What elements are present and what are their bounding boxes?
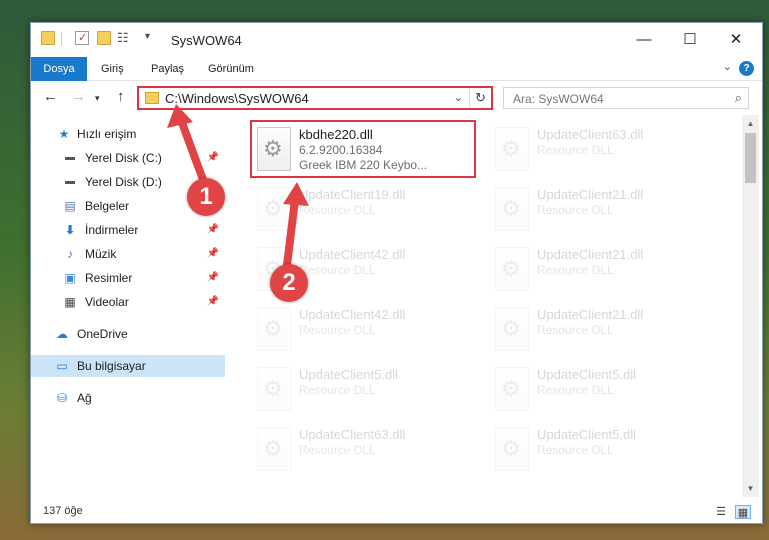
dll-file-icon bbox=[495, 427, 529, 471]
maximize-button[interactable]: ☐ bbox=[667, 27, 713, 53]
pin-icon[interactable]: 📌 bbox=[207, 243, 219, 265]
ribbon: Dosya Giriş Paylaş Görünüm ⌄ ? bbox=[31, 57, 762, 81]
recent-dropdown-icon[interactable]: ▾ bbox=[95, 93, 100, 104]
navigation-bar: ← → ▾ ↑ C:\Windows\SysWOW64 ⌄ ↻ Ara: Sys… bbox=[31, 83, 762, 113]
pin-icon[interactable]: 📌 bbox=[207, 219, 219, 241]
navigation-pane: ★ Hızlı erişim ▬ Yerel Disk (C:) 📌 ▬ Yer… bbox=[31, 115, 227, 497]
tab-file[interactable]: Dosya bbox=[31, 57, 87, 81]
file-item[interactable]: UpdateClient21.dll Resource DLL bbox=[489, 241, 717, 297]
cloud-icon: ☁ bbox=[56, 327, 68, 341]
dll-file-icon bbox=[495, 307, 529, 351]
explorer-window: ☷ ▾ SysWOW64 — ☐ ✕ Dosya Giriş Paylaş Gö… bbox=[30, 22, 763, 524]
address-text[interactable]: C:\Windows\SysWOW64 bbox=[165, 91, 309, 106]
sidebar-item-pictures[interactable]: ▣ Resimler 📌 bbox=[31, 267, 225, 289]
properties-icon[interactable] bbox=[75, 31, 89, 45]
new-folder-icon[interactable] bbox=[97, 31, 111, 45]
dll-file-icon bbox=[495, 127, 529, 171]
sidebar-item-music[interactable]: ♪ Müzik 📌 bbox=[31, 243, 225, 265]
address-dropdown-icon[interactable]: ⌄ bbox=[454, 91, 463, 104]
star-icon: ★ bbox=[58, 127, 70, 141]
pin-icon[interactable]: 📌 bbox=[207, 291, 219, 313]
dll-file-icon bbox=[257, 427, 291, 471]
file-item[interactable]: UpdateClient21.dll Resource DLL bbox=[489, 181, 717, 237]
tab-view[interactable]: Görünüm bbox=[196, 57, 266, 81]
sidebar-item-quick-access[interactable]: ★ Hızlı erişim bbox=[31, 123, 225, 145]
tiles-view-icon[interactable]: ▦ bbox=[735, 505, 751, 519]
file-item[interactable]: UpdateClient5.dll Resource DLL bbox=[489, 361, 717, 417]
picture-icon: ▣ bbox=[64, 271, 76, 285]
dll-file-icon bbox=[495, 247, 529, 291]
customize-icon[interactable]: ☷ bbox=[117, 30, 131, 45]
scroll-thumb[interactable] bbox=[745, 133, 756, 183]
file-highlight-box bbox=[250, 120, 476, 178]
dll-file-icon bbox=[495, 367, 529, 411]
search-placeholder: Ara: SysWOW64 bbox=[513, 92, 604, 106]
drive-icon: ▬ bbox=[65, 176, 75, 187]
dll-file-icon bbox=[257, 307, 291, 351]
details-view-icon[interactable]: ☰ bbox=[713, 505, 729, 519]
tab-home[interactable]: Giriş bbox=[89, 57, 136, 81]
tab-share[interactable]: Paylaş bbox=[139, 57, 196, 81]
expand-ribbon-icon[interactable]: ⌄ bbox=[723, 60, 732, 73]
quick-access-dropdown-icon[interactable]: ▾ bbox=[145, 31, 159, 45]
sidebar-item-local-disk-c[interactable]: ▬ Yerel Disk (C:) 📌 bbox=[31, 147, 225, 169]
file-item[interactable]: UpdateClient42.dll Resource DLL bbox=[251, 301, 479, 357]
network-icon: ⛁ bbox=[56, 391, 68, 405]
vertical-scrollbar[interactable]: ▲ ▼ bbox=[742, 115, 759, 497]
dll-file-icon bbox=[495, 187, 529, 231]
pin-icon[interactable]: 📌 bbox=[207, 267, 219, 289]
help-button[interactable]: ? bbox=[739, 61, 754, 76]
dll-file-icon bbox=[257, 367, 291, 411]
pin-icon[interactable]: 📌 bbox=[207, 147, 219, 169]
video-icon: ▦ bbox=[64, 295, 76, 309]
download-icon: ⬇ bbox=[64, 223, 76, 237]
back-arrow-icon[interactable]: ← bbox=[43, 88, 58, 105]
sidebar-item-onedrive[interactable]: ☁ OneDrive bbox=[31, 323, 225, 345]
file-item[interactable]: UpdateClient63.dll Resource DLL bbox=[489, 121, 717, 177]
music-icon: ♪ bbox=[67, 247, 73, 261]
refresh-icon[interactable]: ↻ bbox=[469, 88, 491, 108]
folder-icon bbox=[145, 92, 159, 104]
drive-icon: ▬ bbox=[65, 152, 75, 163]
item-count: 137 öğe bbox=[43, 505, 83, 517]
minimize-button[interactable]: — bbox=[621, 27, 667, 53]
search-icon[interactable]: ⌕ bbox=[735, 90, 742, 106]
sidebar-item-this-pc[interactable]: ▭ Bu bilgisayar bbox=[31, 355, 225, 377]
sidebar-item-downloads[interactable]: ⬇ İndirmeler 📌 bbox=[31, 219, 225, 241]
folder-icon bbox=[41, 31, 55, 45]
file-item[interactable]: UpdateClient21.dll Resource DLL bbox=[489, 301, 717, 357]
sidebar-item-network[interactable]: ⛁ Ağ bbox=[31, 387, 225, 409]
step-badge-2: 2 bbox=[270, 264, 308, 302]
divider bbox=[61, 32, 62, 46]
sidebar-item-videos[interactable]: ▦ Videolar 📌 bbox=[31, 291, 225, 313]
window-title: SysWOW64 bbox=[171, 33, 242, 48]
dll-file-icon bbox=[257, 187, 291, 231]
address-bar[interactable]: C:\Windows\SysWOW64 ⌄ ↻ bbox=[137, 86, 493, 110]
scroll-down-icon[interactable]: ▼ bbox=[742, 480, 759, 497]
computer-icon: ▭ bbox=[56, 359, 68, 373]
up-arrow-icon[interactable]: ↑ bbox=[117, 88, 125, 105]
step-badge-1: 1 bbox=[187, 178, 225, 216]
file-item[interactable]: UpdateClient19.dll Resource DLL bbox=[251, 181, 479, 237]
forward-arrow-icon[interactable]: → bbox=[71, 88, 86, 105]
search-input[interactable]: Ara: SysWOW64 ⌕ bbox=[503, 87, 749, 109]
title-bar: ☷ ▾ SysWOW64 — ☐ ✕ bbox=[31, 23, 762, 57]
file-item[interactable]: UpdateClient5.dll Resource DLL bbox=[251, 361, 479, 417]
document-icon: ▤ bbox=[64, 199, 76, 213]
file-item[interactable]: UpdateClient5.dll Resource DLL bbox=[489, 421, 717, 477]
scroll-up-icon[interactable]: ▲ bbox=[742, 115, 759, 132]
close-button[interactable]: ✕ bbox=[713, 27, 759, 53]
file-item[interactable]: UpdateClient63.dll Resource DLL bbox=[251, 421, 479, 477]
status-bar: 137 öğe ☰ ▦ bbox=[31, 501, 762, 523]
